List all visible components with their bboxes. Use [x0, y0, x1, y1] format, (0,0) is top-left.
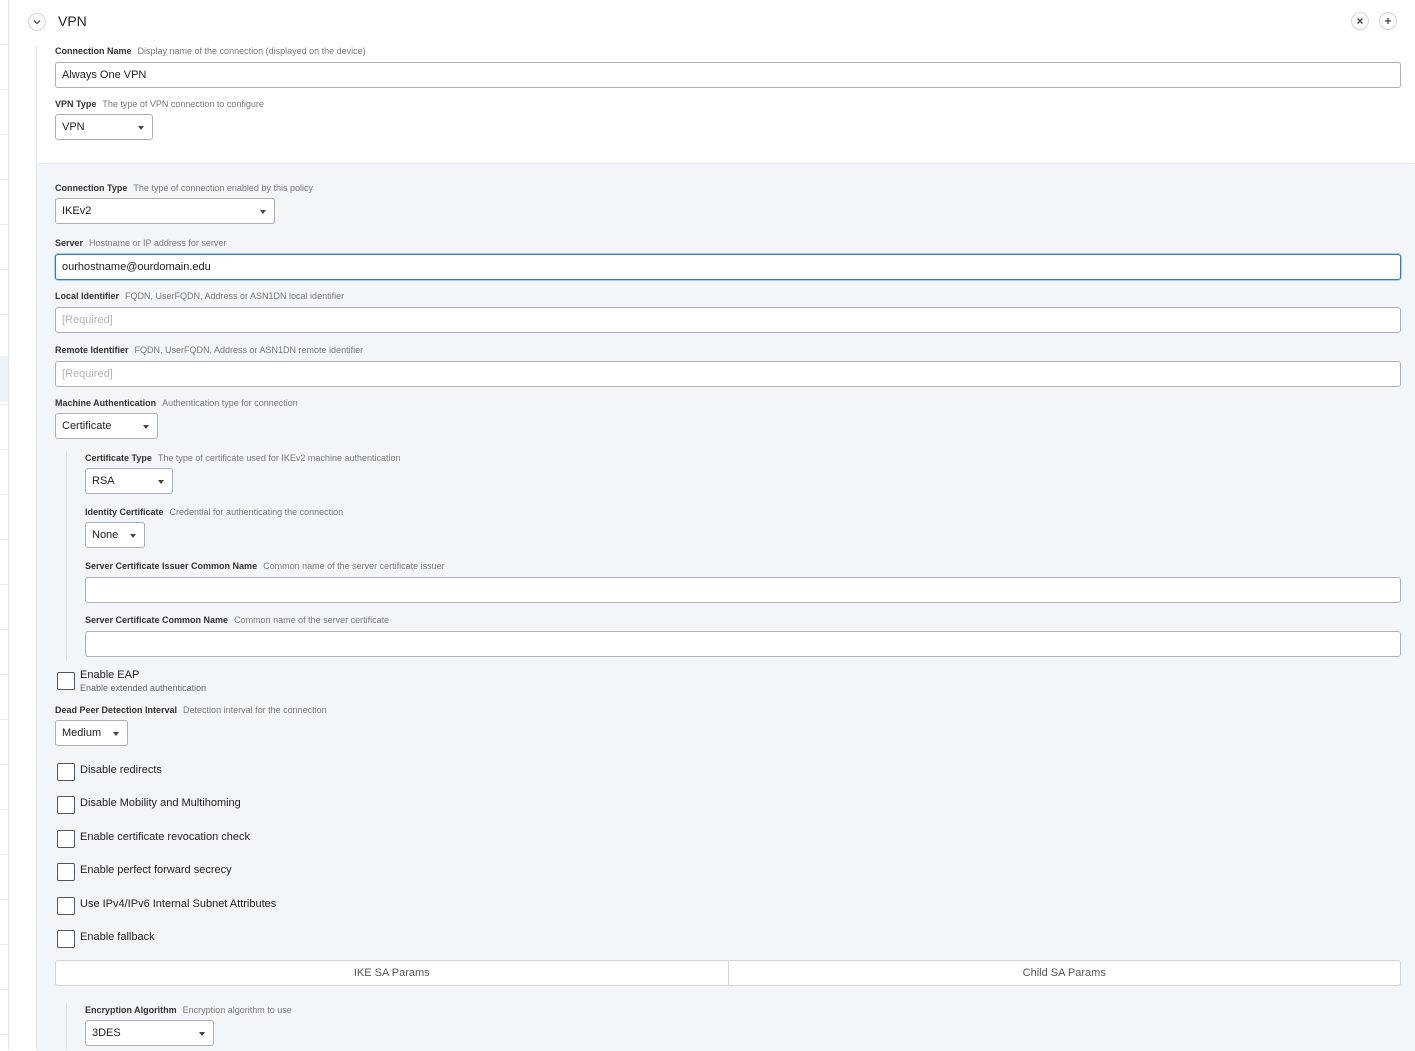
server-cn-hint: Common name of the server certificate: [234, 615, 390, 625]
enable-fallback-checkbox[interactable]: [57, 930, 75, 948]
connection-name-title: Connection Name: [55, 46, 132, 56]
encryption-algorithm-label: Encryption Algorithm Encryption algorithm…: [85, 1005, 292, 1015]
disable-redirects-label: Disable redirects: [80, 764, 162, 776]
caret-down-icon: [138, 126, 144, 130]
plus-icon: [1385, 18, 1391, 24]
encryption-algorithm-hint: Encryption algorithm to use: [182, 1005, 292, 1015]
connection-type-title: Connection Type: [55, 183, 128, 193]
cert-revocation-label: Enable certificate revocation check: [80, 831, 250, 843]
server-title: Server: [55, 238, 84, 248]
params-indent-line: [66, 1003, 67, 1050]
encryption-algorithm-title: Encryption Algorithm: [85, 1005, 177, 1015]
enable-eap-checkbox[interactable]: [57, 672, 75, 690]
remote-identifier-label: Remote Identifier FQDN, UserFQDN, Address…: [55, 345, 363, 355]
pfs-label: Enable perfect forward secrecy: [80, 864, 232, 876]
identity-certificate-label: Identity Certificate Credential for authe…: [85, 507, 343, 517]
remote-identifier-placeholder: [Required]: [62, 368, 113, 380]
issuer-cn-title: Server Certificate Issuer Common Name: [85, 561, 258, 571]
connection-type-select[interactable]: IKEv2: [55, 198, 275, 224]
issuer-cn-input[interactable]: [85, 577, 1401, 603]
caret-down-icon: [158, 480, 164, 484]
issuer-cn-label: Server Certificate Issuer Common Name Com…: [85, 561, 445, 571]
identity-certificate-hint: Credential for authenticating the connec…: [169, 507, 344, 517]
issuer-cn-hint: Common name of the server certificate is…: [263, 561, 445, 571]
vpn-type-title: VPN Type: [55, 99, 97, 109]
server-label: Server Hostname or IP address for server: [55, 238, 226, 248]
close-button[interactable]: [1351, 12, 1369, 30]
machine-auth-title: Machine Authentication: [55, 398, 157, 408]
caret-down-icon: [113, 732, 119, 736]
panel-title: VPN: [58, 13, 87, 29]
machine-auth-value: Certificate: [62, 420, 112, 432]
caret-down-icon: [130, 534, 136, 538]
enable-eap-description: Enable extended authentication: [80, 683, 207, 693]
remote-identifier-title: Remote Identifier: [55, 345, 129, 355]
certificate-indent-line: [66, 451, 67, 661]
certificate-type-label: Certificate Type The type of certificate …: [85, 453, 401, 463]
server-cn-label: Server Certificate Common Name Common nam…: [85, 615, 389, 625]
enable-eap-label: Enable EAP: [80, 669, 140, 681]
dpd-value: Medium: [62, 727, 102, 739]
enable-fallback-label: Enable fallback: [80, 931, 155, 943]
local-identifier-label: Local Identifier FQDN, UserFQDN, Address …: [55, 291, 344, 301]
disable-mobility-checkbox[interactable]: [57, 796, 75, 814]
dpd-select[interactable]: Medium: [55, 720, 128, 746]
close-icon: [1357, 18, 1363, 24]
caret-down-icon: [143, 425, 149, 429]
identity-certificate-select[interactable]: None: [85, 522, 145, 548]
connection-type-value: IKEv2: [62, 205, 92, 217]
add-button[interactable]: [1379, 12, 1397, 30]
local-identifier-input[interactable]: [Required]: [55, 307, 1401, 333]
server-cn-input[interactable]: [85, 631, 1401, 657]
panel-header: VPN: [0, 0, 1415, 44]
vpn-type-select[interactable]: VPN: [55, 114, 153, 140]
dpd-hint: Detection interval for the connection: [183, 705, 327, 715]
tab-child-sa-params[interactable]: Child SA Params: [727, 961, 1401, 985]
internal-subnet-checkbox[interactable]: [57, 897, 75, 915]
local-identifier-placeholder: [Required]: [62, 314, 113, 326]
certificate-type-title: Certificate Type: [85, 453, 152, 463]
tab-ike-sa-params[interactable]: IKE SA Params: [56, 961, 728, 985]
machine-auth-hint: Authentication type for connection: [162, 398, 298, 408]
remote-identifier-hint: FQDN, UserFQDN, Address or ASN1DN remote…: [134, 345, 364, 355]
local-identifier-hint: FQDN, UserFQDN, Address or ASN1DN local …: [125, 291, 345, 301]
caret-down-icon: [199, 1032, 205, 1036]
identity-certificate-value: None: [92, 529, 119, 541]
sa-params-tabs: IKE SA Params Child SA Params: [55, 960, 1401, 986]
machine-auth-select[interactable]: Certificate: [55, 413, 158, 439]
certificate-type-select[interactable]: RSA: [85, 468, 173, 494]
certificate-type-value: RSA: [92, 475, 115, 487]
connection-name-label: Connection Name Display name of the conne…: [55, 46, 366, 56]
connection-name-input[interactable]: Always One VPN: [55, 62, 1401, 88]
disable-redirects-checkbox[interactable]: [57, 763, 75, 781]
dpd-label: Dead Peer Detection Interval Detection in…: [55, 705, 327, 715]
caret-down-icon: [260, 210, 266, 214]
left-rail: [0, 0, 9, 1050]
disable-mobility-label: Disable Mobility and Multihoming: [80, 797, 241, 809]
server-hint: Hostname or IP address for server: [89, 238, 227, 248]
connection-type-label: Connection Type The type of connection en…: [55, 183, 313, 193]
collapse-button[interactable]: [28, 13, 46, 31]
rail-selected-row: [0, 356, 8, 402]
connection-type-hint: The type of connection enabled by this p…: [133, 183, 313, 193]
machine-auth-label: Machine Authentication Authentication typ…: [55, 398, 298, 408]
encryption-algorithm-select[interactable]: 3DES: [85, 1020, 214, 1046]
chevron-down-icon: [33, 20, 41, 25]
pfs-checkbox[interactable]: [57, 863, 75, 881]
certificate-type-hint: The type of certificate used for IKEv2 m…: [157, 453, 401, 463]
vpn-type-label: VPN Type The type of VPN connection to co…: [55, 99, 264, 109]
internal-subnet-label: Use IPv4/IPv6 Internal Subnet Attributes: [80, 898, 277, 910]
cert-revocation-checkbox[interactable]: [57, 830, 75, 848]
local-identifier-title: Local Identifier: [55, 291, 120, 301]
dpd-title: Dead Peer Detection Interval: [55, 705, 178, 715]
encryption-algorithm-value: 3DES: [92, 1027, 121, 1039]
remote-identifier-input[interactable]: [Required]: [55, 361, 1401, 387]
identity-certificate-title: Identity Certificate: [85, 507, 164, 517]
vpn-type-hint: The type of VPN connection to configure: [102, 99, 264, 109]
vpn-type-value: VPN: [62, 121, 85, 133]
server-cn-title: Server Certificate Common Name: [85, 615, 229, 625]
server-input[interactable]: ourhostname@ourdomain.edu: [55, 254, 1401, 280]
connection-name-hint: Display name of the connection (displaye…: [137, 46, 366, 56]
